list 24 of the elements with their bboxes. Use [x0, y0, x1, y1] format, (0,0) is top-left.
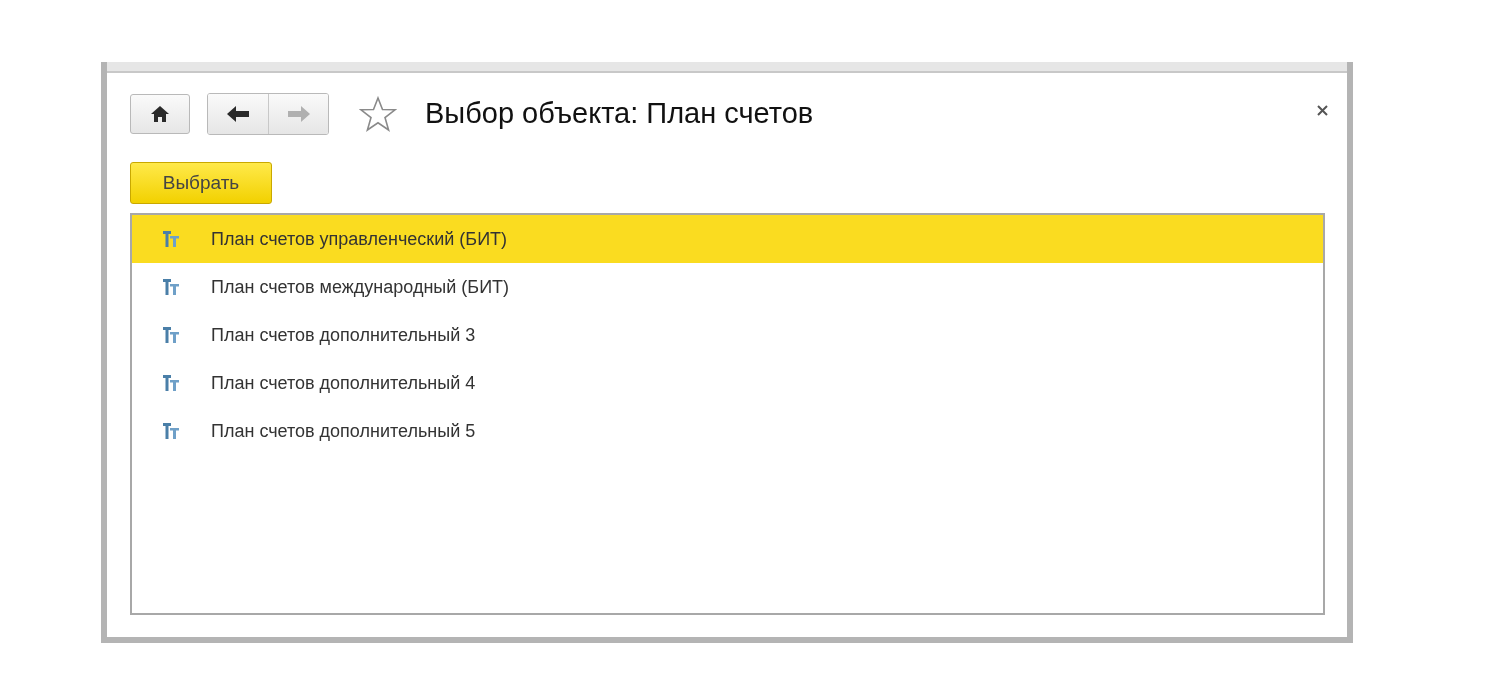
star-icon[interactable]	[359, 96, 397, 132]
close-icon[interactable]	[1317, 105, 1328, 117]
left-arrow-icon	[227, 106, 249, 122]
row-label: План счетов дополнительный 4	[211, 371, 476, 395]
list-row[interactable]: План счетов дополнительный 5	[132, 407, 1323, 455]
chart-of-accounts-icon	[162, 326, 180, 344]
list-row[interactable]: План счетов международный (БИТ)	[132, 263, 1323, 311]
right-arrow-icon	[287, 106, 310, 122]
row-label: План счетов управленческий (БИТ)	[211, 227, 508, 251]
row-label: План счетов дополнительный 5	[211, 419, 476, 443]
list-row[interactable]: План счетов управленческий (БИТ)	[132, 215, 1323, 263]
choose-button[interactable]: Выбрать	[130, 162, 272, 204]
chart-of-accounts-icon	[162, 278, 180, 296]
chart-of-accounts-icon	[162, 230, 180, 248]
home-icon	[150, 105, 170, 123]
chart-of-accounts-icon	[162, 374, 180, 392]
row-label: План счетов дополнительный 3	[211, 323, 476, 347]
back-button[interactable]	[208, 94, 268, 134]
row-label: План счетов международный (БИТ)	[211, 275, 510, 299]
window-title: Выбор объекта: План счетов	[425, 96, 814, 132]
home-button[interactable]	[130, 94, 190, 134]
list-row[interactable]: План счетов дополнительный 4	[132, 359, 1323, 407]
list-row[interactable]: План счетов дополнительный 3	[132, 311, 1323, 359]
chart-of-accounts-icon	[162, 422, 180, 440]
